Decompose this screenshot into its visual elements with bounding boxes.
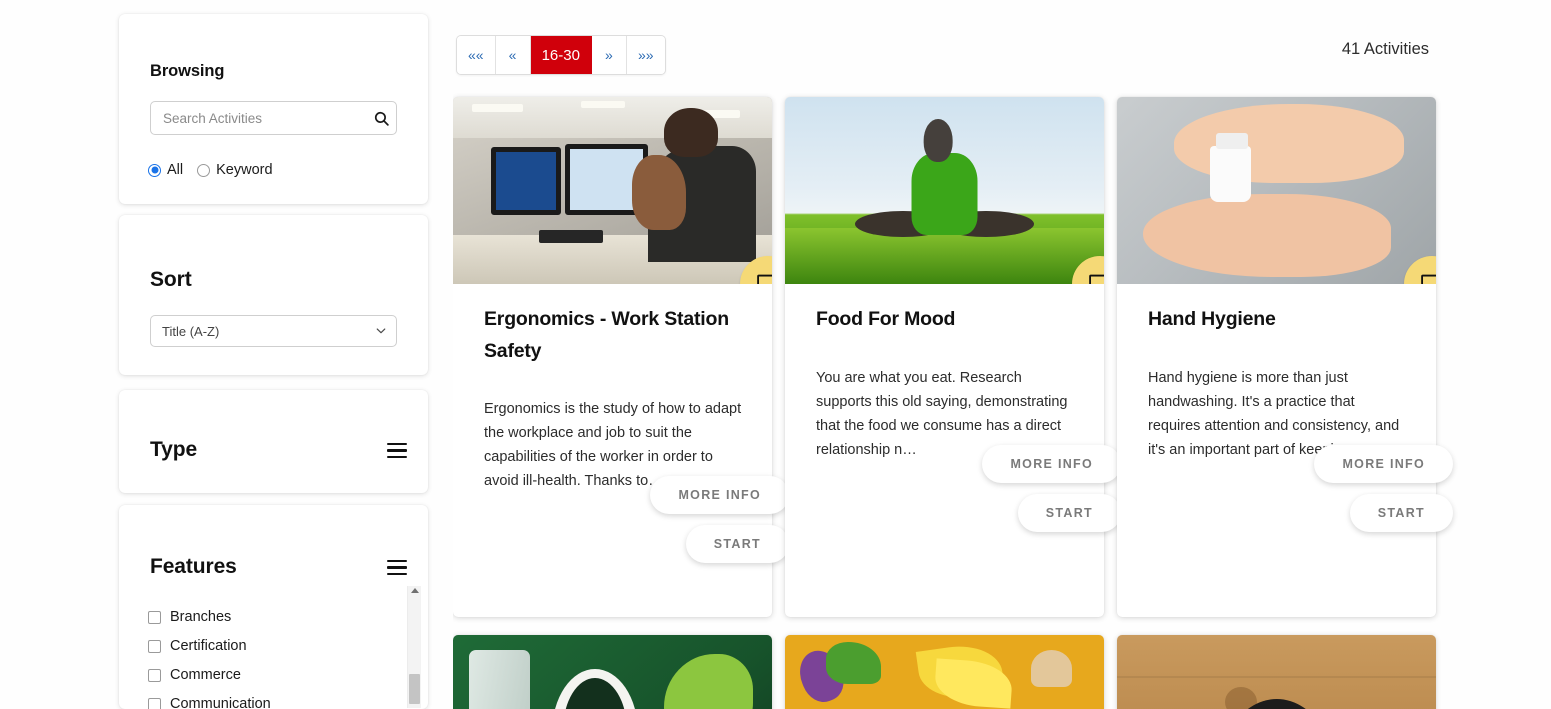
radio-all-dot[interactable] bbox=[148, 163, 161, 177]
features-checkbox-list: Branches Certification Commerce Communic… bbox=[148, 603, 398, 709]
scrollbar-thumb[interactable] bbox=[409, 674, 420, 704]
feature-label: Branches bbox=[170, 609, 232, 626]
activity-card-row2-1[interactable] bbox=[453, 635, 772, 709]
features-panel: Features Branches Certification Commerce… bbox=[119, 505, 428, 709]
scroll-up-arrow-icon[interactable] bbox=[410, 588, 419, 593]
type-header: Type bbox=[150, 421, 407, 480]
activity-card-hand-hygiene[interactable]: Hand Hygiene Hand hygiene is more than j… bbox=[1117, 97, 1453, 617]
browsing-panel: Browsing All Keyword bbox=[119, 14, 428, 204]
card-media bbox=[785, 97, 1104, 284]
card-body: Hand Hygiene Hand hygiene is more than j… bbox=[1117, 284, 1453, 532]
cards-viewport: Ergonomics - Work Station Safety Ergonom… bbox=[453, 0, 1551, 709]
filter-sidebar: Browsing All Keyword bbox=[119, 0, 429, 709]
radio-keyword-label: Keyword bbox=[216, 162, 273, 178]
card-row: Ergonomics - Work Station Safety Ergonom… bbox=[453, 97, 1551, 617]
hamburger-bar bbox=[387, 559, 407, 563]
desktop-monitor-icon bbox=[757, 274, 772, 284]
card-title: Hand Hygiene bbox=[1148, 308, 1276, 330]
card-media bbox=[1117, 635, 1436, 709]
type-hamburger-icon[interactable] bbox=[387, 442, 407, 458]
feature-label: Certification bbox=[170, 638, 247, 655]
feature-checkbox[interactable] bbox=[148, 669, 161, 682]
card-image-food-illustration: Quicksand bbox=[785, 635, 1104, 709]
browsing-title: Browsing bbox=[150, 61, 225, 80]
hamburger-bar bbox=[387, 455, 407, 458]
card-image-green-smoothie bbox=[453, 635, 772, 709]
features-title: Features bbox=[150, 555, 237, 579]
more-info-button[interactable]: MORE INFO bbox=[1314, 445, 1453, 483]
features-hamburger-icon[interactable] bbox=[387, 559, 407, 575]
card-image-office-ergonomics bbox=[453, 97, 772, 284]
sort-panel: Sort Title (A-Z) bbox=[119, 215, 428, 375]
start-button[interactable]: START bbox=[685, 525, 789, 563]
hamburger-bar bbox=[387, 449, 407, 452]
activity-card-ergonomics[interactable]: Ergonomics - Work Station Safety Ergonom… bbox=[453, 97, 789, 617]
search-mode-radio-group: All Keyword bbox=[148, 162, 287, 178]
sort-select[interactable]: Title (A-Z) bbox=[150, 315, 397, 347]
hamburger-bar bbox=[387, 572, 407, 575]
desktop-monitor-icon bbox=[1421, 274, 1436, 284]
card-actions: MORE INFO START bbox=[1314, 445, 1453, 532]
card-body: Food For Mood You are what you eat. Rese… bbox=[785, 284, 1121, 532]
radio-all-label: All bbox=[167, 162, 184, 178]
card-actions: MORE INFO START bbox=[650, 476, 789, 563]
radio-keyword-dot[interactable] bbox=[197, 163, 211, 177]
type-panel: Type bbox=[119, 390, 428, 493]
card-media bbox=[1117, 97, 1436, 284]
radio-all[interactable]: All bbox=[148, 162, 183, 178]
desktop-monitor-icon bbox=[1089, 274, 1104, 284]
feature-checkbox[interactable] bbox=[148, 698, 161, 709]
activity-card-row2-3[interactable] bbox=[1117, 635, 1436, 709]
activity-cards-grid: Ergonomics - Work Station Safety Ergonom… bbox=[453, 97, 1551, 709]
card-image-yoga-meditation bbox=[785, 97, 1104, 284]
feature-checkbox[interactable] bbox=[148, 640, 161, 653]
activity-card-food-for-mood[interactable]: Food For Mood You are what you eat. Rese… bbox=[785, 97, 1121, 617]
hamburger-bar bbox=[387, 442, 407, 446]
card-title: Ergonomics - Work Station Safety bbox=[484, 308, 729, 362]
feature-label: Commerce bbox=[170, 667, 241, 684]
feature-item-commerce[interactable]: Commerce bbox=[148, 661, 398, 690]
card-body: Ergonomics - Work Station Safety Ergonom… bbox=[453, 284, 789, 563]
search-input[interactable] bbox=[151, 102, 366, 134]
card-media: Quicksand bbox=[785, 635, 1104, 709]
card-actions: MORE INFO START bbox=[982, 445, 1121, 532]
feature-label: Communication bbox=[170, 696, 271, 709]
more-info-button[interactable]: MORE INFO bbox=[982, 445, 1121, 483]
features-scrollbar[interactable] bbox=[407, 586, 421, 708]
activity-catalogue-page: Browsing All Keyword bbox=[0, 0, 1551, 709]
sort-title: Sort bbox=[150, 268, 192, 292]
hamburger-bar bbox=[387, 566, 407, 569]
feature-checkbox[interactable] bbox=[148, 611, 161, 624]
feature-item-communication[interactable]: Communication bbox=[148, 690, 398, 709]
card-image-wood-portrait bbox=[1117, 635, 1436, 709]
activities-main: «« « 16-30 » »» 41 Activities Ergonomics… bbox=[453, 0, 1551, 709]
card-media bbox=[453, 97, 772, 284]
sort-select-wrap[interactable]: Title (A-Z) bbox=[150, 315, 397, 347]
activity-card-row2-2[interactable]: Quicksand bbox=[785, 635, 1104, 709]
search-box[interactable] bbox=[150, 101, 397, 135]
features-header: Features bbox=[150, 538, 407, 597]
start-button[interactable]: START bbox=[1349, 494, 1453, 532]
card-image-hand-sanitizer bbox=[1117, 97, 1436, 284]
radio-keyword[interactable]: Keyword bbox=[197, 162, 273, 178]
type-title: Type bbox=[150, 438, 198, 462]
start-button[interactable]: START bbox=[1017, 494, 1121, 532]
more-info-button[interactable]: MORE INFO bbox=[650, 476, 789, 514]
feature-item-branches[interactable]: Branches bbox=[148, 603, 398, 632]
feature-item-certification[interactable]: Certification bbox=[148, 632, 398, 661]
card-media bbox=[453, 635, 772, 709]
search-icon[interactable] bbox=[366, 102, 396, 134]
card-title: Food For Mood bbox=[816, 308, 956, 330]
card-row: Quicksand bbox=[453, 635, 1551, 709]
